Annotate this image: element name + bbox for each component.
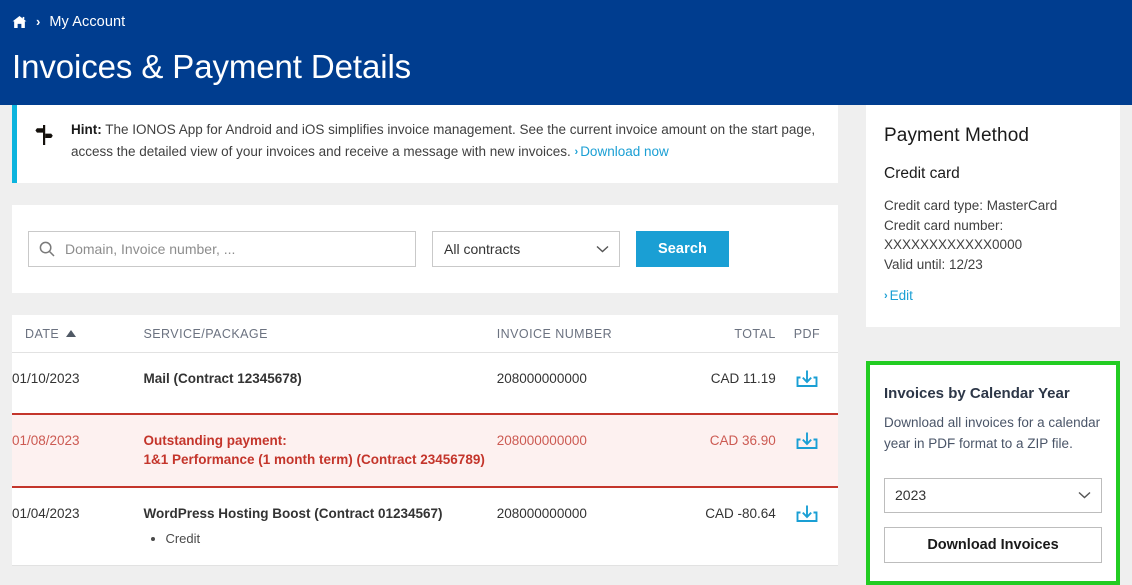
breadcrumb: › My Account (0, 0, 1132, 33)
breadcrumb-my-account[interactable]: My Account (49, 15, 125, 30)
credit-card-valid-until: Valid until: 12/23 (884, 256, 983, 272)
signpost-icon (17, 119, 71, 146)
hint-body: The IONOS App for Android and iOS simpli… (71, 122, 816, 159)
cell-service-detail: 1&1 Performance (1 month term) (Contract… (143, 452, 485, 468)
cell-invoice-number: 208000000000 (496, 412, 676, 488)
cell-service: WordPress Hosting Boost (Contract 012345… (143, 486, 497, 567)
payment-method-subtitle: Credit card (884, 165, 960, 182)
cell-total: CAD 36.90 (675, 412, 776, 488)
download-icon[interactable] (796, 504, 818, 526)
cell-service: Mail (Contract 12345678) (143, 352, 497, 415)
cell-date: 01/08/2023 (12, 412, 144, 488)
column-header-pdf: PDF (775, 315, 838, 353)
cell-service-title: Mail (Contract 12345678) (143, 371, 302, 386)
search-field[interactable] (28, 231, 416, 267)
search-input[interactable] (63, 240, 405, 258)
cell-service-title: Outstanding payment: (143, 432, 287, 448)
cell-invoice-number: 208000000000 (496, 486, 676, 567)
invoices-by-calendar-year-card: Invoices by Calendar Year Download all i… (866, 361, 1120, 585)
search-button[interactable]: Search (636, 231, 729, 267)
hint-text: Hint: The IONOS App for Android and iOS … (71, 119, 822, 163)
home-icon[interactable] (12, 15, 27, 29)
contract-filter[interactable]: All contracts (432, 231, 620, 267)
edit-payment-link[interactable]: Edit (890, 288, 913, 303)
year-select[interactable]: 2023 (884, 477, 1102, 513)
cell-date: 01/04/2023 (12, 486, 144, 567)
payment-method-title: Payment Method (884, 125, 1030, 146)
download-now-link[interactable]: Download now (580, 144, 669, 159)
page-title: Invoices & Payment Details (12, 48, 412, 85)
payment-method-card: Payment Method Credit card Credit card t… (866, 105, 1120, 328)
table-row[interactable]: 01/08/2023 Outstanding payment: 1&1 Perf… (12, 412, 838, 488)
cell-pdf (775, 352, 838, 415)
credit-card-type: Credit card type: MasterCard (884, 198, 1058, 213)
cell-total: CAD -80.64 (675, 486, 776, 567)
contract-select[interactable]: All contracts (432, 231, 620, 267)
column-header-service[interactable]: SERVICE/PACKAGE (143, 315, 497, 353)
sort-ascending-icon[interactable] (66, 330, 77, 337)
cell-service: Outstanding payment: 1&1 Performance (1 … (143, 412, 497, 488)
cell-service-title: WordPress Hosting Boost (Contract 012345… (143, 505, 443, 521)
calendar-year-title: Invoices by Calendar Year (884, 385, 1070, 403)
invoice-table-card: DATE SERVICE/PACKAGE INVOICE NUMBER TOTA… (12, 315, 838, 567)
column-header-invoice-number[interactable]: INVOICE NUMBER (496, 315, 676, 353)
invoices-page: › My Account Invoices & Payment Details … (0, 0, 1132, 585)
cell-invoice-number: 208000000000 (496, 352, 676, 415)
chevron-right-icon: › (574, 145, 579, 158)
download-invoices-button[interactable]: Download Invoices (884, 526, 1102, 563)
credit-card-number-label: Credit card number: (884, 217, 1004, 233)
column-header-date[interactable]: DATE (12, 315, 144, 353)
cell-date: 01/10/2023 (12, 352, 144, 415)
cell-total: CAD 11.19 (675, 352, 776, 415)
invoice-table-body: 01/10/2023 Mail (Contract 12345678) 2080… (12, 352, 838, 567)
hint-label: Hint: (71, 122, 102, 137)
invoice-table: DATE SERVICE/PACKAGE INVOICE NUMBER TOTA… (12, 315, 838, 567)
year-selector[interactable]: 2023 (884, 477, 1102, 513)
column-header-date-label: DATE (25, 327, 60, 341)
download-icon[interactable] (796, 431, 818, 453)
invoice-table-head: DATE SERVICE/PACKAGE INVOICE NUMBER TOTA… (12, 315, 838, 353)
chevron-right-icon: › (884, 290, 888, 303)
table-header-row: DATE SERVICE/PACKAGE INVOICE NUMBER TOTA… (12, 315, 838, 353)
credit-card-number-value: XXXXXXXXXXXX0000 (884, 237, 1023, 253)
payment-method-details: Credit card type: MasterCard Credit card… (884, 196, 1102, 274)
search-icon (39, 241, 55, 257)
column-header-total[interactable]: TOTAL (675, 315, 776, 353)
cell-service-sub: Credit (143, 530, 496, 549)
edit-payment-row: › Edit (884, 274, 1102, 305)
cell-pdf (775, 412, 838, 488)
download-icon[interactable] (796, 369, 818, 391)
cell-pdf (775, 486, 838, 567)
hint-banner: Hint: The IONOS App for Android and iOS … (12, 105, 838, 183)
sidebar-column: Payment Method Credit card Credit card t… (866, 105, 1120, 585)
breadcrumb-separator: › (36, 13, 41, 29)
page-header: › My Account Invoices & Payment Details (0, 0, 1132, 105)
table-row[interactable]: 01/10/2023 Mail (Contract 12345678) 2080… (12, 352, 838, 415)
calendar-year-description: Download all invoices for a calendar yea… (884, 415, 1101, 451)
search-card: All contracts Search (12, 205, 838, 293)
table-row[interactable]: 01/04/2023 WordPress Hosting Boost (Cont… (12, 486, 838, 567)
main-column: Hint: The IONOS App for Android and iOS … (12, 105, 838, 567)
